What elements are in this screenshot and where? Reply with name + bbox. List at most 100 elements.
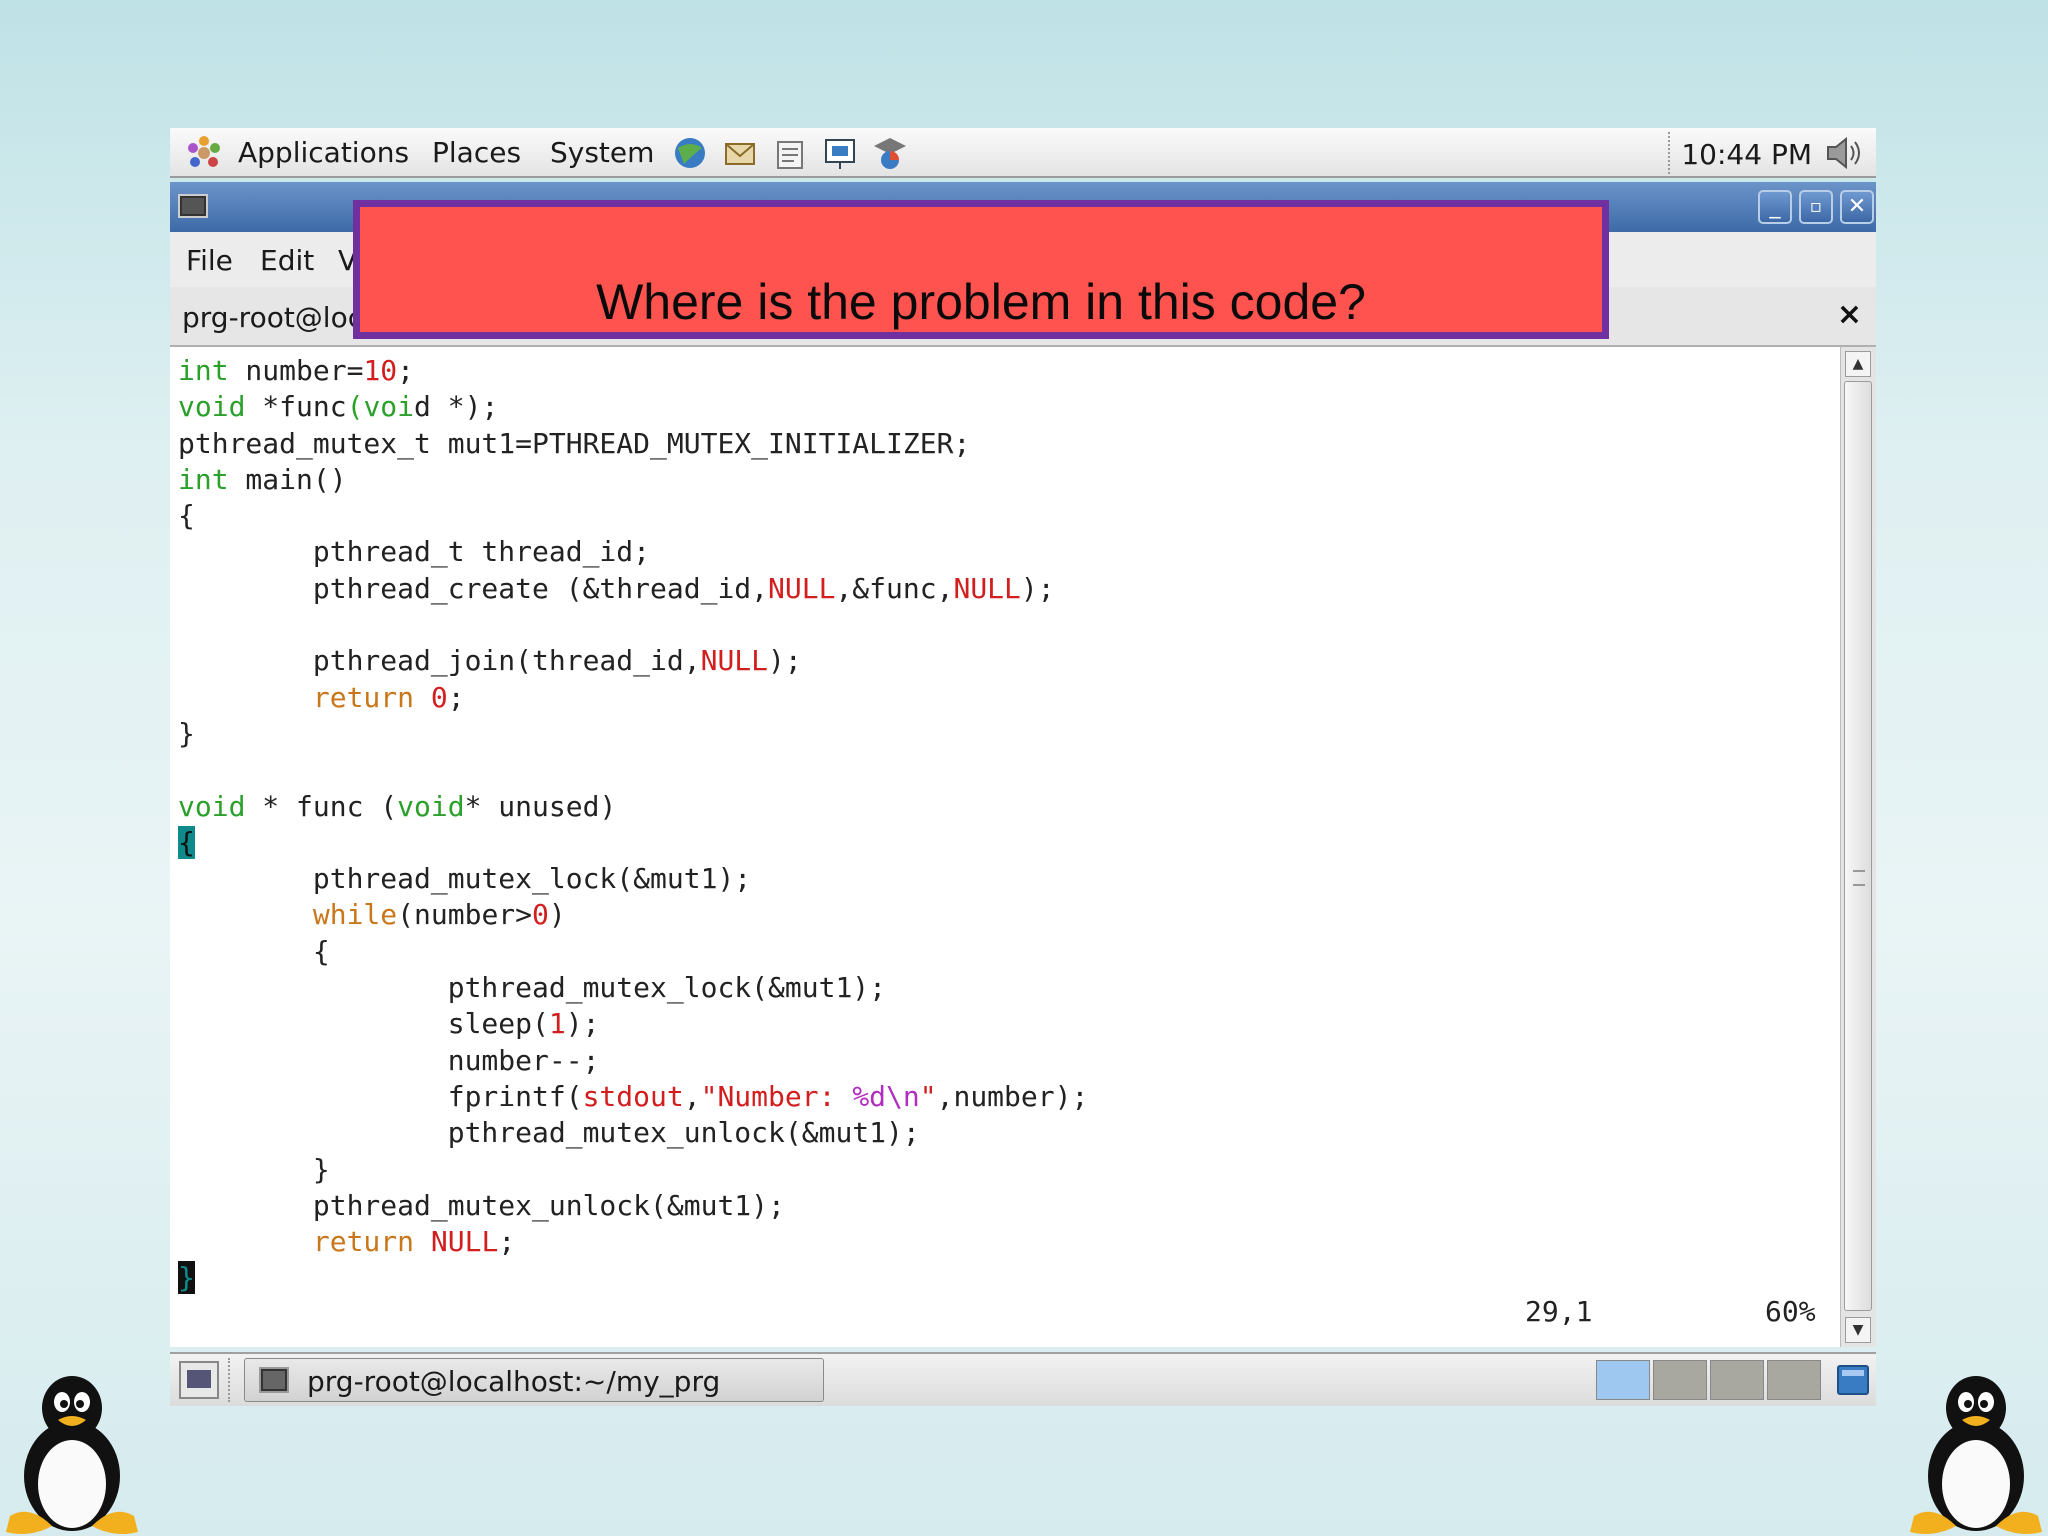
screenshot-icon[interactable]: [870, 134, 910, 172]
edit-menu[interactable]: Edit: [260, 244, 314, 277]
code-line: return NULL;: [178, 1225, 515, 1258]
penguin-icon: [6, 1376, 138, 1534]
taskbar-window-button[interactable]: prg-root@localhost:~/my_prg: [244, 1358, 824, 1402]
terminal-scrollbar[interactable]: ▲ ▼: [1840, 347, 1876, 1347]
code-token: return: [312, 1225, 415, 1259]
code-token: sleep(: [178, 1007, 549, 1041]
code-line: fprintf(stdout,"Number: %d\n",number);: [178, 1079, 1089, 1113]
code-token: int: [178, 462, 229, 496]
workspace-cell[interactable]: [1653, 1360, 1707, 1400]
trash-icon[interactable]: [1834, 1362, 1872, 1398]
code-line: }: [178, 716, 195, 750]
code-line: int main(): [178, 463, 347, 496]
code-editor: int number=10; void *func(void *); pthre…: [178, 353, 1088, 1297]
code-token: while: [312, 898, 398, 932]
scroll-up-arrow[interactable]: ▲: [1845, 351, 1871, 377]
code-token: (voi: [346, 390, 415, 424]
code-line: sleep(1);: [178, 1007, 600, 1041]
top-panel: Applications Places System 10:44 PM: [170, 128, 1876, 178]
code-token: number=: [228, 354, 364, 387]
applications-menu[interactable]: Applications: [238, 136, 409, 169]
workspace-cell[interactable]: [1767, 1360, 1821, 1400]
code-token: NULL: [953, 571, 1021, 605]
terminal-tab-label[interactable]: prg-root@loc: [182, 301, 363, 334]
mail-icon[interactable]: [720, 134, 760, 172]
code-token: ,number);: [936, 1079, 1089, 1113]
terminal-icon[interactable]: [178, 194, 208, 218]
code-token: (number>: [397, 898, 533, 932]
cursor-position: 29,1: [1525, 1295, 1593, 1328]
code-token: ): [548, 898, 566, 932]
code-token: NULL: [430, 1225, 499, 1259]
code-token: 1: [548, 1007, 566, 1041]
code-token: ": [919, 1079, 937, 1113]
code-line: number--;: [178, 1043, 600, 1077]
show-desktop-icon[interactable]: [178, 1360, 220, 1400]
workspace-cell[interactable]: [1710, 1360, 1764, 1400]
taskbar-window-label: prg-root@localhost:~/my_prg: [307, 1365, 721, 1398]
code-line: pthread_mutex_unlock(&mut1);: [178, 1188, 785, 1222]
code-token: );: [565, 1007, 600, 1041]
code-line: while(number>0): [178, 898, 566, 931]
code-token: *func: [245, 390, 347, 424]
code-token: ;: [397, 354, 415, 387]
maximize-button[interactable]: ▫: [1799, 190, 1833, 224]
code-line: pthread_join(thread_id,NULL);: [178, 644, 802, 677]
code-token: );: [1020, 571, 1055, 605]
presentation-icon[interactable]: [820, 134, 860, 172]
close-button[interactable]: ✕: [1840, 190, 1874, 224]
code-line: pthread_mutex_t mut1=PTHREAD_MUTEX_INITI…: [178, 426, 971, 460]
code-line: return 0;: [178, 681, 465, 714]
code-token: return: [312, 680, 415, 714]
minimize-button[interactable]: _: [1758, 190, 1792, 224]
applications-menu-icon[interactable]: [184, 134, 224, 172]
code-token: * unused): [464, 789, 617, 823]
code-line: pthread_mutex_unlock(&mut1);: [178, 1116, 920, 1150]
code-line: pthread_mutex_lock(&mut1);: [178, 971, 887, 1005]
places-menu[interactable]: Places: [432, 136, 521, 169]
file-menu[interactable]: File: [186, 244, 233, 277]
code-line: {: [178, 825, 195, 859]
scroll-down-arrow[interactable]: ▼: [1845, 1317, 1871, 1343]
code-token: fprintf(: [178, 1079, 583, 1113]
tab-close-icon[interactable]: ×: [1837, 297, 1862, 332]
speaker-icon[interactable]: [1822, 134, 1868, 172]
scrollbar-thumb[interactable]: [1844, 381, 1872, 1311]
bottom-panel: prg-root@localhost:~/my_prg: [170, 1352, 1876, 1406]
code-token: NULL: [768, 571, 836, 605]
code-token: d *);: [414, 390, 499, 424]
code-token: void: [178, 789, 246, 823]
terminal-icon: [259, 1367, 289, 1393]
web-browser-icon[interactable]: [670, 134, 710, 172]
scroll-grip-icon: [1853, 870, 1865, 886]
code-line: pthread_mutex_lock(&mut1);: [178, 862, 752, 896]
callout-text: Where is the problem in this code?: [596, 274, 1366, 330]
panel-separator: [228, 1358, 236, 1402]
code-line: }: [178, 1152, 330, 1186]
code-line: void * func (void* unused): [178, 790, 616, 823]
code-line: {: [178, 934, 330, 968]
cursor-bracket: {: [178, 825, 195, 859]
code-token: main(): [228, 462, 347, 496]
code-token: pthread_create (&thread_id,: [178, 571, 769, 605]
code-token: %d\n: [852, 1079, 920, 1113]
text-editor-icon[interactable]: [770, 134, 810, 172]
penguin-icon: [1910, 1376, 2042, 1534]
panel-separator: [1668, 132, 1676, 174]
question-callout: Where is the problem in this code?: [353, 200, 1609, 339]
system-menu[interactable]: System: [550, 136, 654, 169]
code-token: ;: [498, 1225, 516, 1259]
code-token: ,: [683, 1079, 701, 1113]
workspace-cell[interactable]: [1596, 1360, 1650, 1400]
code-line: void *func(void *);: [178, 390, 498, 423]
cursor-bracket-end: }: [178, 1261, 195, 1295]
terminal-content[interactable]: int number=10; void *func(void *); pthre…: [170, 347, 1840, 1347]
clock[interactable]: 10:44 PM: [1681, 138, 1812, 171]
code-token: void: [178, 390, 246, 424]
code-token: * func (: [245, 789, 398, 823]
